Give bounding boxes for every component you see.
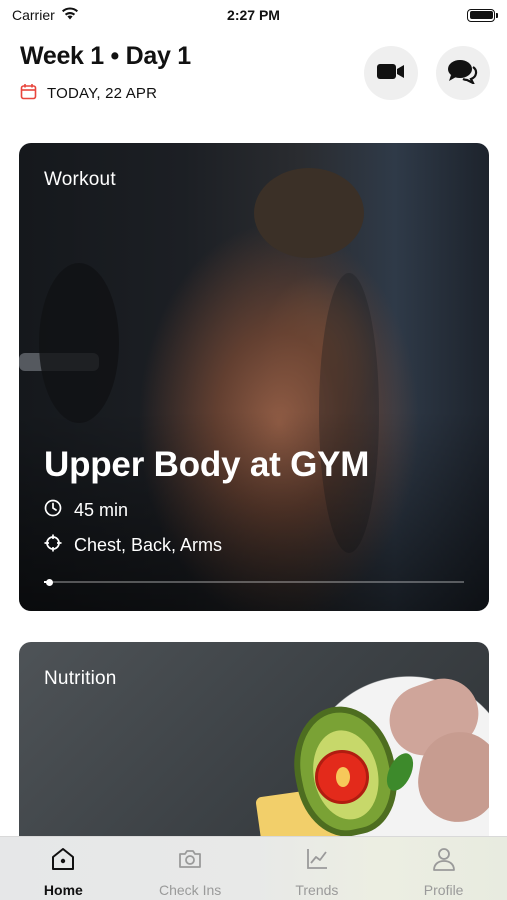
tab-check-ins-label: Check Ins — [159, 882, 222, 898]
battery-icon — [467, 8, 498, 22]
page-header: Week 1 • Day 1 TODAY, 22 APR — [20, 42, 490, 112]
tab-home-label: Home — [43, 882, 83, 898]
status-bar: Carrier 2:27 PM — [0, 0, 507, 30]
workout-duration-row: 45 min — [44, 499, 128, 522]
wifi-icon — [61, 7, 79, 23]
workout-card[interactable]: Workout Upper Body at GYM 45 min Chest, … — [19, 143, 489, 611]
app-screen: Carrier 2:27 PM Week 1 • Day 1 TODAY, 22… — [0, 0, 507, 900]
workout-targets: Chest, Back, Arms — [74, 535, 223, 555]
calendar-icon — [20, 83, 37, 104]
tab-check-ins[interactable]: Check Ins — [135, 845, 245, 898]
workout-label: Workout — [44, 169, 116, 190]
carrier-label: Carrier — [12, 7, 55, 23]
chart-icon — [303, 845, 331, 878]
chat-bubbles-icon — [447, 58, 479, 89]
camera-icon — [176, 845, 204, 878]
video-call-button[interactable] — [364, 46, 418, 100]
video-camera-icon — [376, 61, 406, 86]
date-row: TODAY, 22 APR — [20, 83, 490, 104]
workout-targets-row: Chest, Back, Arms — [44, 534, 222, 557]
nutrition-card[interactable]: Nutrition — [19, 642, 489, 862]
tab-profile-label: Profile — [423, 882, 464, 898]
home-icon — [49, 845, 77, 878]
person-icon — [430, 845, 458, 878]
workout-progress-bar — [44, 578, 464, 586]
tab-trends-label: Trends — [295, 882, 339, 898]
nutrition-label: Nutrition — [44, 668, 117, 689]
crosshair-icon — [44, 534, 62, 557]
page-title: Week 1 • Day 1 — [20, 42, 191, 70]
workout-title: Upper Body at GYM — [44, 445, 370, 484]
tab-home[interactable]: Home — [8, 845, 118, 898]
workout-duration: 45 min — [74, 500, 129, 520]
chat-button[interactable] — [436, 46, 490, 100]
tab-profile[interactable]: Profile — [389, 845, 499, 898]
status-left: Carrier — [12, 7, 79, 23]
clock-icon — [44, 499, 62, 522]
date-label: TODAY, 22 APR — [47, 85, 158, 102]
tab-bar: Home Check Ins Trends Profile — [0, 836, 507, 900]
tab-trends[interactable]: Trends — [262, 845, 372, 898]
workout-progress-knob — [46, 578, 54, 586]
